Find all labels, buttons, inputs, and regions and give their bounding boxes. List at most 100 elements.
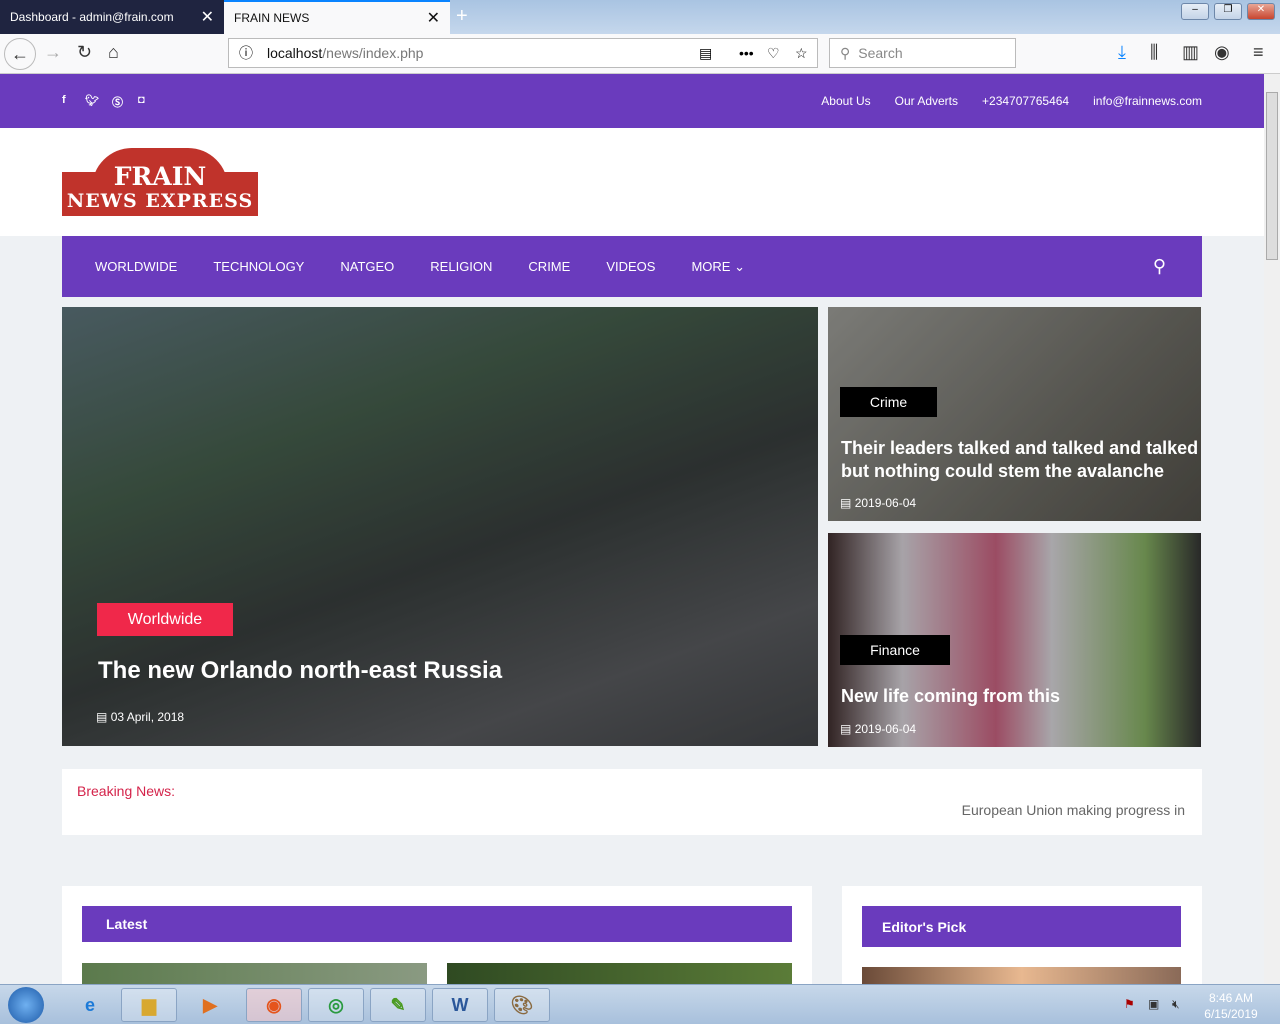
nav-more[interactable]: MORE ⌄ — [691, 259, 745, 275]
more-icon[interactable]: ••• — [739, 45, 754, 61]
section-title: Editor's Pick — [862, 906, 1181, 947]
explorer-icon[interactable]: ▆ — [121, 988, 177, 1022]
tray-volume-icon[interactable]: 🔇︎ — [1172, 997, 1180, 1012]
info-icon[interactable]: ⓘ — [239, 43, 253, 63]
search-placeholder: Search — [858, 45, 903, 61]
article-thumbnail[interactable] — [862, 967, 1181, 984]
account-icon[interactable]: ◉ — [1214, 42, 1230, 63]
notepad-icon[interactable]: ✎ — [370, 988, 426, 1022]
calendar-icon: ▤ — [840, 722, 852, 736]
category-badge[interactable]: Finance — [840, 635, 950, 665]
category-badge[interactable]: Worldwide — [97, 603, 233, 636]
pocket-icon[interactable]: ♡ — [767, 45, 780, 62]
bookmark-star-icon[interactable]: ☆ — [795, 45, 808, 62]
close-tab-icon[interactable]: ✕ — [427, 8, 440, 28]
browser-toolbar: ← → ↻ ⌂ ⓘ localhost/news/index.php ▤ ••• ♡ ☆… — [0, 34, 1280, 74]
page-viewport: f 🐦︎ Ⓢ ◘ About Us Our Adverts +234707765… — [0, 74, 1264, 984]
breaking-label: Breaking News: — [77, 783, 176, 799]
url-path: /news/index.php — [322, 45, 424, 61]
article-thumbnail[interactable] — [447, 963, 792, 984]
facebook-icon[interactable]: f — [62, 94, 66, 106]
url-host: localhost — [267, 45, 323, 61]
tab-title: FRAIN NEWS — [234, 11, 310, 25]
sidebar-icon[interactable]: ▥ — [1182, 42, 1199, 63]
search-icon: ⚲ — [840, 44, 851, 61]
start-button[interactable] — [8, 987, 44, 1023]
instagram-icon[interactable]: ◘ — [138, 94, 145, 106]
maximize-button[interactable]: ❐ — [1214, 3, 1242, 20]
about-us-link[interactable]: About Us — [821, 94, 870, 108]
ie-icon[interactable]: e — [62, 988, 118, 1022]
tab-title: Dashboard - admin@frain.com — [10, 10, 174, 24]
calendar-icon: ▤ — [840, 496, 852, 510]
scrollbar-thumb[interactable] — [1266, 92, 1278, 260]
close-tab-icon[interactable]: ✕ — [201, 7, 214, 27]
article-title[interactable]: New life coming from this — [841, 686, 1060, 707]
hero-side-article[interactable]: Finance New life coming from this ▤ 2019… — [828, 533, 1201, 747]
download-icon[interactable]: ⤓ — [1118, 42, 1126, 63]
firefox-icon[interactable]: ◉ — [246, 988, 302, 1022]
breaking-news: Breaking News: European Union making pro… — [62, 769, 1202, 835]
back-icon[interactable]: ← — [4, 38, 36, 70]
article-date: 03 April, 2018 — [110, 710, 185, 724]
forward-icon[interactable]: → — [44, 42, 62, 63]
url-bar[interactable]: ⓘ localhost/news/index.php ▤ ••• ♡ ☆ — [228, 38, 818, 68]
taskbar: e ▆ ▶ ◉ ◎ ✎ W 🎨︎ ⚑ ▣ 🔇︎ 8:46 AM 6/15/2019 — [0, 984, 1280, 1024]
browser-tab-bar: Dashboard - admin@frain.com ✕ FRAIN NEWS ✕… — [0, 0, 1280, 34]
search-input[interactable]: ⚲ Search — [829, 38, 1016, 68]
clock-time: 8:46 AM — [1208, 991, 1254, 1005]
logo-line2: NEWS EXPRESS — [66, 190, 254, 212]
tray-flag-icon[interactable]: ⚑ — [1124, 997, 1135, 1011]
article-title[interactable]: The new Orlando north-east Russia — [98, 657, 502, 685]
nav-crime[interactable]: CRIME — [528, 259, 570, 274]
header: FRAIN NEWS EXPRESS — [0, 128, 1264, 236]
skype-icon[interactable]: Ⓢ — [112, 94, 123, 110]
article-thumbnail[interactable] — [82, 963, 427, 984]
paint-icon[interactable]: 🎨︎ — [494, 988, 550, 1022]
nav-more-label: MORE — [691, 258, 731, 274]
article-title[interactable]: Their leaders talked and talked and talk… — [841, 437, 1201, 483]
twitter-icon[interactable]: 🐦︎ — [85, 94, 99, 107]
close-window-button[interactable]: ✕ — [1247, 3, 1275, 20]
logo-line1: FRAIN — [113, 162, 207, 191]
hero-side-article[interactable]: Crime Their leaders talked and talked an… — [828, 307, 1201, 521]
nav-religion[interactable]: RELIGION — [430, 259, 492, 274]
chrome-icon[interactable]: ◎ — [308, 988, 364, 1022]
section-title: Latest — [82, 906, 792, 942]
email-link[interactable]: info@frainnews.com — [1093, 94, 1202, 108]
scrollbar[interactable] — [1264, 74, 1280, 984]
tab-frain-news[interactable]: FRAIN NEWS ✕ — [224, 0, 450, 34]
article-date: 2019-06-04 — [854, 722, 917, 736]
tray-network-icon[interactable]: ▣ — [1148, 997, 1159, 1011]
search-icon[interactable]: ⚲ — [1153, 256, 1166, 277]
nav-videos[interactable]: VIDEOS — [606, 259, 655, 274]
our-adverts-link[interactable]: Our Adverts — [895, 94, 958, 108]
reader-icon[interactable]: ▤ — [699, 45, 712, 62]
clock-date: 6/15/2019 — [1204, 1007, 1258, 1021]
article-date: 2019-06-04 — [854, 496, 917, 510]
top-links: About Us Our Adverts +234707765464 info@… — [821, 94, 1202, 108]
reload-icon[interactable]: ↻ — [77, 42, 92, 63]
menu-icon[interactable]: ≡ — [1253, 42, 1264, 63]
word-icon[interactable]: W — [432, 988, 488, 1022]
home-icon[interactable]: ⌂ — [108, 42, 119, 63]
minimize-button[interactable]: – — [1181, 3, 1209, 20]
phone-link[interactable]: +234707765464 — [982, 94, 1069, 108]
hero-main-article[interactable]: Worldwide The new Orlando north-east Rus… — [62, 307, 818, 746]
library-icon[interactable]: ⫼ — [1150, 42, 1158, 63]
main-nav: WORLDWIDE TECHNOLOGY NATGEO RELIGION CRI… — [62, 236, 1202, 297]
editors-pick-section: Editor's Pick — [842, 886, 1202, 984]
calendar-icon: ▤ — [96, 710, 108, 724]
tab-dashboard[interactable]: Dashboard - admin@frain.com ✕ — [0, 0, 224, 34]
chevron-down-icon: ⌄ — [734, 258, 745, 274]
nav-natgeo[interactable]: NATGEO — [340, 259, 394, 274]
new-tab-icon[interactable]: + — [456, 5, 468, 28]
media-player-icon[interactable]: ▶ — [182, 988, 238, 1022]
clock[interactable]: 8:46 AM 6/15/2019 — [1196, 990, 1266, 1022]
nav-worldwide[interactable]: WORLDWIDE — [95, 259, 177, 274]
category-badge[interactable]: Crime — [840, 387, 937, 417]
top-bar: f 🐦︎ Ⓢ ◘ About Us Our Adverts +234707765… — [0, 74, 1264, 128]
site-logo[interactable]: FRAIN NEWS EXPRESS — [62, 148, 258, 216]
nav-technology[interactable]: TECHNOLOGY — [213, 259, 304, 274]
breaking-ticker[interactable]: European Union making progress in — [962, 802, 1185, 818]
